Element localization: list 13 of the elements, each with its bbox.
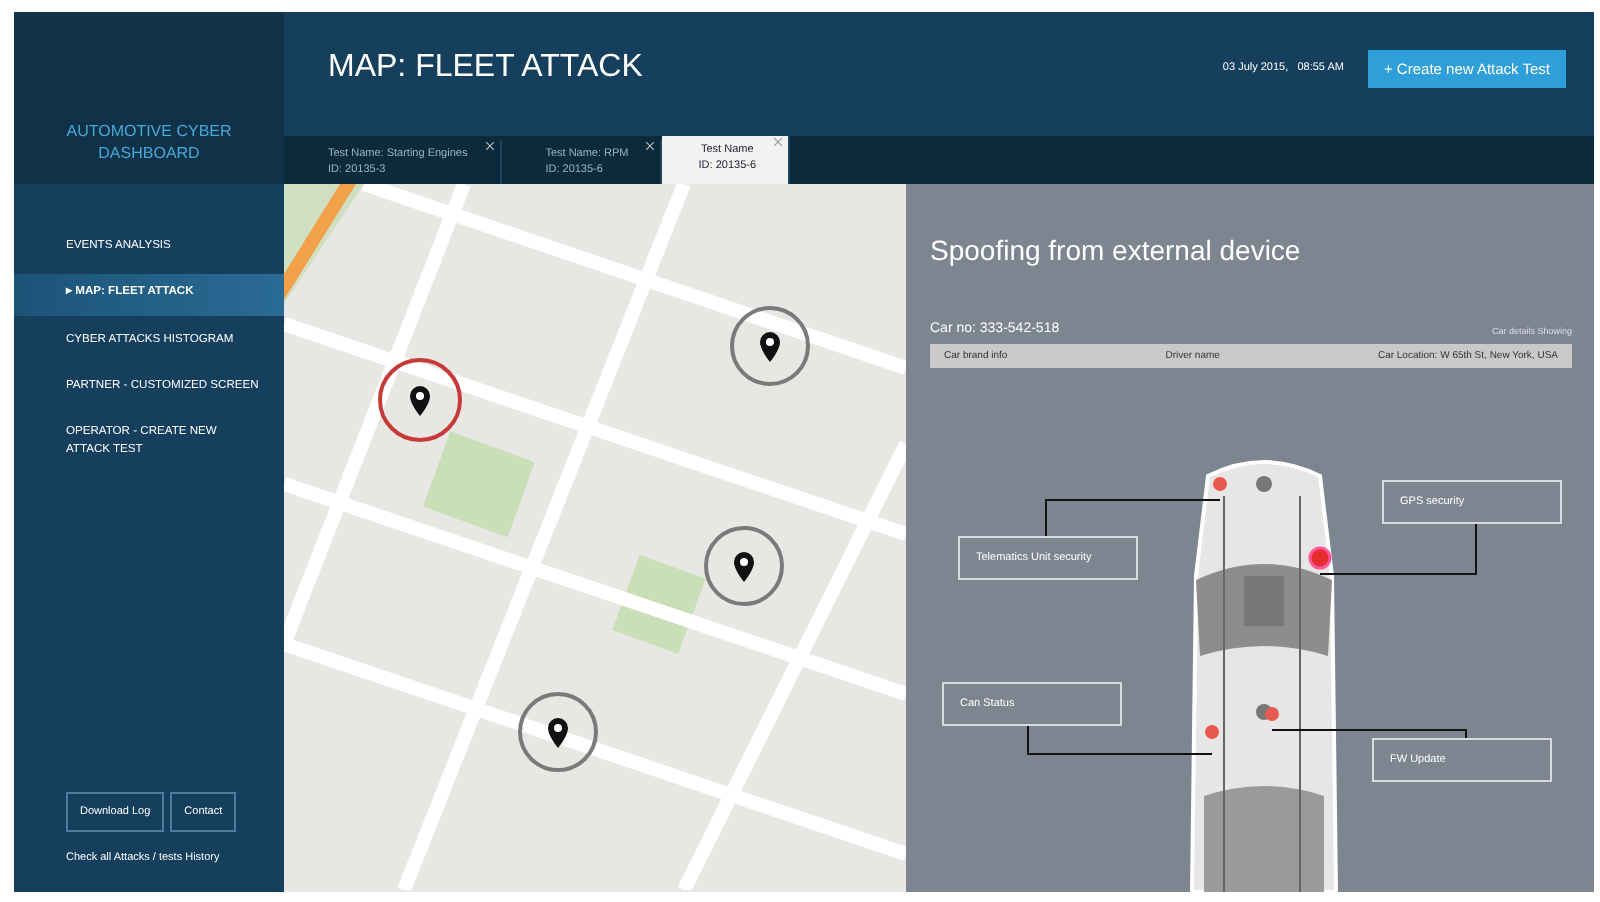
map-marker[interactable] — [378, 358, 462, 442]
map-marker[interactable] — [730, 306, 810, 386]
close-icon[interactable] — [646, 142, 655, 150]
page-title: MAP: FLEET ATTACK — [328, 50, 645, 86]
map-marker[interactable] — [518, 692, 598, 772]
map-pin-icon — [734, 551, 754, 581]
close-icon[interactable] — [485, 142, 494, 150]
map-pin-icon — [410, 385, 430, 415]
map-pin-icon — [548, 717, 568, 747]
map-marker[interactable] — [704, 526, 784, 606]
map-pin-icon — [760, 331, 780, 361]
panel-title: Spoofing from external device — [930, 234, 1303, 266]
dashboard-logo-text: AUTOMOTIVE CYBER DASHBOARD — [64, 122, 234, 164]
